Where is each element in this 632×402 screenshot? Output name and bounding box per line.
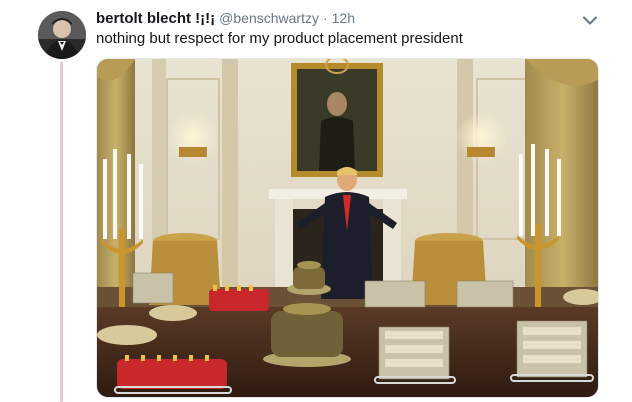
tweet[interactable]: bertolt blecht !¡!¡ @benschwartzy · 12h … bbox=[0, 0, 632, 402]
avatar[interactable] bbox=[38, 11, 86, 59]
chevron-down-icon bbox=[583, 16, 597, 24]
photo bbox=[97, 59, 598, 397]
user-handle[interactable]: @benschwartzy bbox=[219, 10, 319, 26]
thread-connector-line bbox=[60, 62, 63, 402]
tweet-text: nothing but respect for my product place… bbox=[96, 30, 463, 47]
timestamp[interactable]: 12h bbox=[332, 10, 355, 26]
tweet-header: bertolt blecht !¡!¡ @benschwartzy · 12h bbox=[96, 10, 355, 30]
profile-photo-icon bbox=[38, 11, 86, 59]
tweet-photo[interactable] bbox=[96, 58, 599, 398]
separator-dot: · bbox=[322, 10, 328, 26]
display-name[interactable]: bertolt blecht !¡!¡ bbox=[96, 10, 215, 27]
tweet-menu-button[interactable] bbox=[580, 12, 600, 28]
